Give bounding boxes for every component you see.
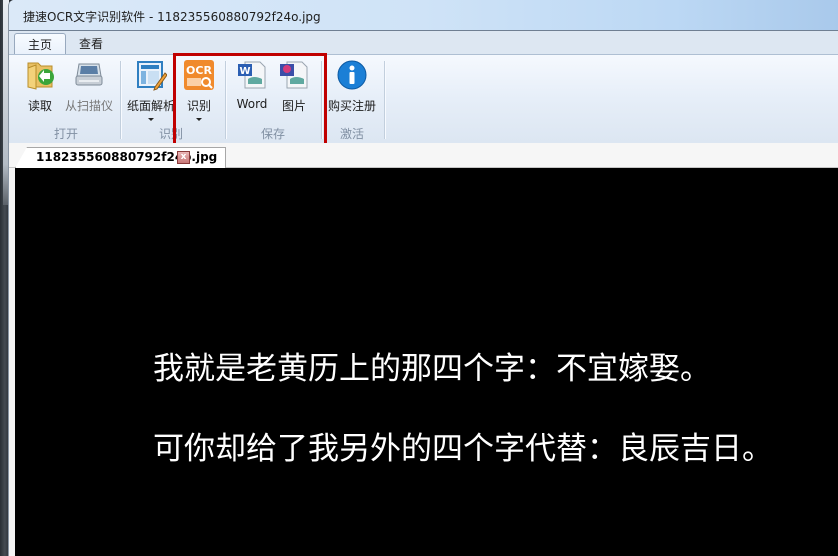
group-label-activate: 激活 xyxy=(340,127,365,141)
highlight-annotation-box xyxy=(173,53,327,147)
group-divider xyxy=(384,61,386,139)
page-analysis-label: 纸面解析 xyxy=(126,99,175,113)
buy-register-label: 购买注册 xyxy=(327,99,376,113)
group-divider xyxy=(120,61,122,139)
from-scanner-button[interactable]: 从扫描仪 xyxy=(63,59,115,114)
ribbon-tab-row: 主页 查看 xyxy=(9,30,838,56)
page-analysis-button[interactable]: 纸面解析 xyxy=(125,59,177,121)
document-area: 118235560880792f24o.jpg x 我就是老黄历上的那四个字：不… xyxy=(9,143,838,556)
read-button[interactable]: 读取 xyxy=(19,59,61,114)
group-label-open: 打开 xyxy=(54,127,79,141)
image-canvas: 我就是老黄历上的那四个字：不宜嫁娶。 可你却给了我另外的四个字代替：良辰吉日。 xyxy=(15,168,838,556)
close-tab-icon[interactable]: x xyxy=(177,151,190,164)
read-label: 读取 xyxy=(27,99,52,113)
image-text-line: 我就是老黄历上的那四个字：不宜嫁娶。 xyxy=(153,351,711,387)
tab-home[interactable]: 主页 xyxy=(14,33,66,56)
image-text-line: 可你却给了我另外的四个字代替：良辰吉日。 xyxy=(153,431,773,467)
document-tab-strip: 118235560880792f24o.jpg x xyxy=(9,143,838,168)
page-layout-icon xyxy=(135,59,168,91)
window-title: 捷速OCR文字识别软件 - 118235560880792f24o.jpg xyxy=(23,10,321,24)
document-tab[interactable]: 118235560880792f24o.jpg xyxy=(15,147,227,168)
from-scanner-label: 从扫描仪 xyxy=(64,99,113,113)
folder-open-icon xyxy=(24,59,56,91)
scanner-icon xyxy=(73,59,105,91)
dropdown-arrow-icon xyxy=(148,118,154,121)
info-icon xyxy=(336,59,368,91)
title-bar: 捷速OCR文字识别软件 - 118235560880792f24o.jpg xyxy=(9,0,838,30)
app-window: 捷速OCR文字识别软件 - 118235560880792f24o.jpg 主页… xyxy=(8,0,838,556)
buy-register-button[interactable]: 购买注册 xyxy=(327,59,377,114)
ribbon: 读取 从扫描仪 打开 纸面解析 OCR 识别 识别 W Word 图片 保存 购… xyxy=(9,54,838,144)
tab-view[interactable]: 查看 xyxy=(71,33,111,55)
